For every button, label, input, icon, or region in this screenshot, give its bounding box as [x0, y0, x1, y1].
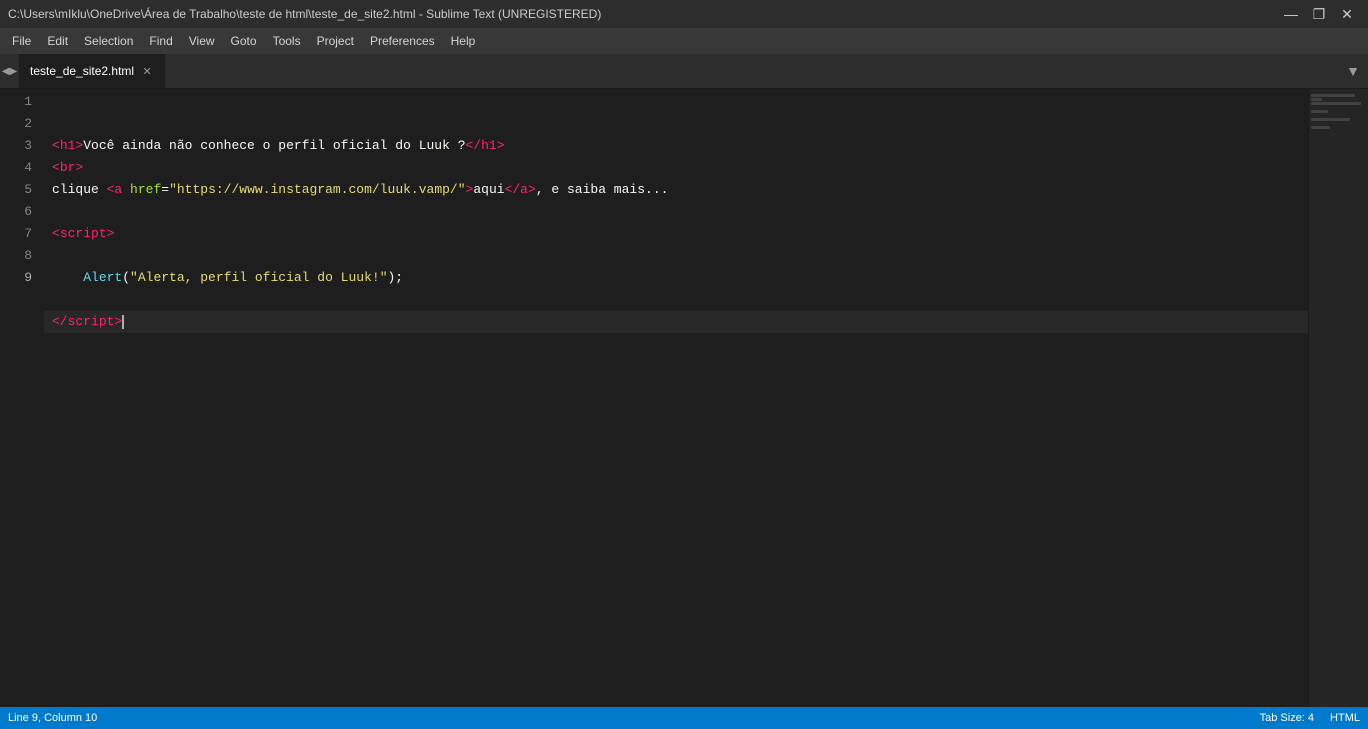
line-number-3: 3 [8, 135, 32, 157]
tab-dropdown-button[interactable]: ▼ [1338, 54, 1368, 88]
line-number-1: 1 [8, 91, 32, 113]
cursor-position: Line 9, Column 10 [8, 712, 97, 724]
status-left: Line 9, Column 10 [8, 712, 97, 724]
code-editor[interactable]: <h1>Você ainda não conhece o perfil ofic… [44, 89, 1308, 707]
menu-item-project[interactable]: Project [309, 31, 362, 51]
close-button[interactable]: ✕ [1334, 4, 1360, 24]
code-line-3: clique <a href="https://www.instagram.co… [44, 179, 1308, 201]
minimap-content [1309, 89, 1368, 134]
tab-close-button[interactable]: ✕ [140, 64, 154, 78]
status-right: Tab Size: 4 HTML [1260, 712, 1360, 724]
code-line-9: </script> [44, 311, 1308, 333]
code-line-1: <h1>Você ainda não conhece o perfil ofic… [44, 135, 1308, 157]
code-line-5: <script> [44, 223, 1308, 245]
title-bar-controls: — ❐ ✕ [1278, 4, 1360, 24]
menu-item-find[interactable]: Find [141, 31, 180, 51]
menu-item-goto[interactable]: Goto [223, 31, 265, 51]
maximize-button[interactable]: ❐ [1306, 4, 1332, 24]
title-bar-left: C:\Users\mIklu\OneDrive\Área de Trabalho… [8, 7, 601, 21]
line-number-2: 2 [8, 113, 32, 135]
tab-label: teste_de_site2.html [30, 64, 134, 78]
menu-item-file[interactable]: File [4, 31, 39, 51]
line-number-8: 8 [8, 245, 32, 267]
line-numbers: 123456789 [0, 89, 44, 707]
line-number-7: 7 [8, 223, 32, 245]
menu-item-edit[interactable]: Edit [39, 31, 76, 51]
code-line-4 [44, 201, 1308, 223]
title-bar: C:\Users\mIklu\OneDrive\Área de Trabalho… [0, 0, 1368, 28]
tab-teste-de-site2[interactable]: teste_de_site2.html ✕ [20, 54, 165, 88]
line-number-4: 4 [8, 157, 32, 179]
minimize-button[interactable]: — [1278, 4, 1304, 24]
menu-item-view[interactable]: View [181, 31, 223, 51]
line-number-5: 5 [8, 179, 32, 201]
tab-nav-left[interactable]: ◀▶ [0, 54, 20, 88]
code-line-8 [44, 289, 1308, 311]
menu-item-help[interactable]: Help [443, 31, 484, 51]
editor: 123456789 <h1>Você ainda não conhece o p… [0, 89, 1368, 707]
tab-bar: ◀▶ teste_de_site2.html ✕ ▼ [0, 54, 1368, 89]
code-line-6 [44, 245, 1308, 267]
menu-item-preferences[interactable]: Preferences [362, 31, 443, 51]
menu-bar: FileEditSelectionFindViewGotoToolsProjec… [0, 28, 1368, 54]
menu-item-tools[interactable]: Tools [265, 31, 309, 51]
code-line-2: <br> [44, 157, 1308, 179]
line-number-6: 6 [8, 201, 32, 223]
menu-item-selection[interactable]: Selection [76, 31, 141, 51]
title-bar-title: C:\Users\mIklu\OneDrive\Área de Trabalho… [8, 7, 601, 21]
tab-size: Tab Size: 4 [1260, 712, 1314, 724]
language-mode: HTML [1330, 712, 1360, 724]
line-number-9: 9 [8, 267, 32, 289]
minimap [1308, 89, 1368, 707]
code-line-7: Alert("Alerta, perfil oficial do Luuk!")… [44, 267, 1308, 289]
status-bar: Line 9, Column 10 Tab Size: 4 HTML [0, 707, 1368, 729]
text-cursor [122, 315, 124, 329]
